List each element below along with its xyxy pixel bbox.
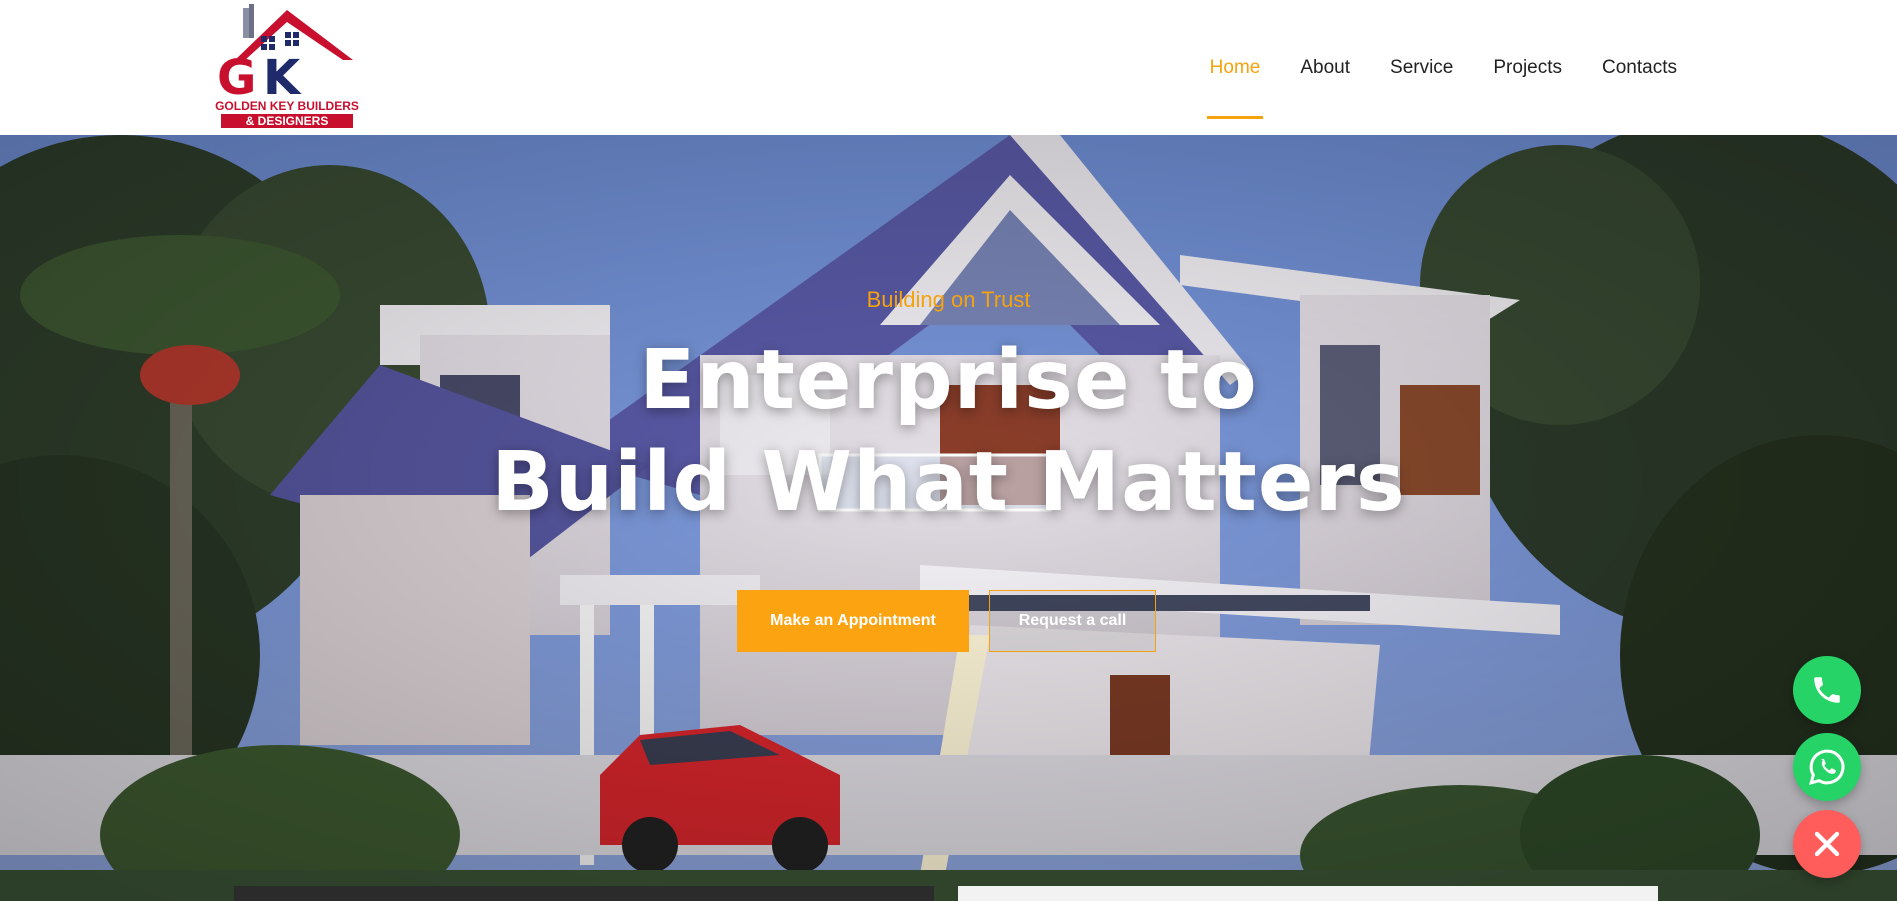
request-call-button[interactable]: Request a call <box>989 590 1156 652</box>
nav-contacts[interactable]: Contacts <box>1582 16 1677 119</box>
hero-headline-line2: Build What Matters <box>491 435 1406 530</box>
make-appointment-button[interactable]: Make an Appointment <box>737 590 969 652</box>
hero-headline-line1: Enterprise to <box>639 333 1258 428</box>
hero-tagline: Building on Trust <box>866 287 1031 312</box>
whatsapp-icon <box>1809 749 1845 785</box>
hero-buttons: Make an Appointment Request a call <box>737 590 1156 652</box>
close-icon <box>1814 831 1840 857</box>
brand-logo[interactable]: G K GOLDEN KEY BUILDERS & DESIGNERS <box>215 2 360 130</box>
logo-initials-g: G <box>217 50 256 106</box>
nav-service[interactable]: Service <box>1370 16 1473 119</box>
phone-call-button[interactable] <box>1793 656 1861 724</box>
phone-icon <box>1814 677 1840 703</box>
main-nav: Home About Service Projects Contacts <box>1190 0 1677 135</box>
hero-section: Building on Trust Enterprise to Build Wh… <box>0 135 1897 901</box>
nav-about[interactable]: About <box>1280 16 1370 119</box>
logo-line1: GOLDEN KEY BUILDERS <box>215 99 359 113</box>
logo-graphic: G K GOLDEN KEY BUILDERS & DESIGNERS <box>215 4 359 128</box>
hero-content: Building on Trust Enterprise to Build Wh… <box>0 135 1897 901</box>
below-fold-panel-light <box>958 886 1658 901</box>
logo-line2: & DESIGNERS <box>246 114 329 128</box>
hero-headline: Enterprise to Build What Matters <box>0 330 1897 534</box>
below-fold-panel-dark <box>234 886 934 901</box>
logo-initials-k: K <box>263 50 302 106</box>
site-header: G K GOLDEN KEY BUILDERS & DESIGNERS Home… <box>0 0 1897 135</box>
nav-home[interactable]: Home <box>1190 16 1281 119</box>
whatsapp-button[interactable] <box>1793 733 1861 801</box>
nav-projects[interactable]: Projects <box>1473 16 1582 119</box>
close-actions-button[interactable] <box>1793 810 1861 878</box>
